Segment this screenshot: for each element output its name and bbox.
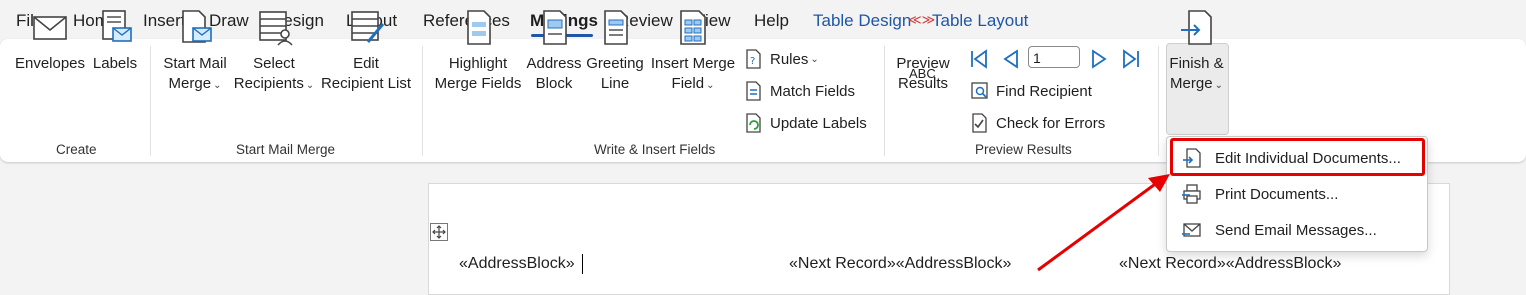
annotation-arrow [1037,174,1170,272]
